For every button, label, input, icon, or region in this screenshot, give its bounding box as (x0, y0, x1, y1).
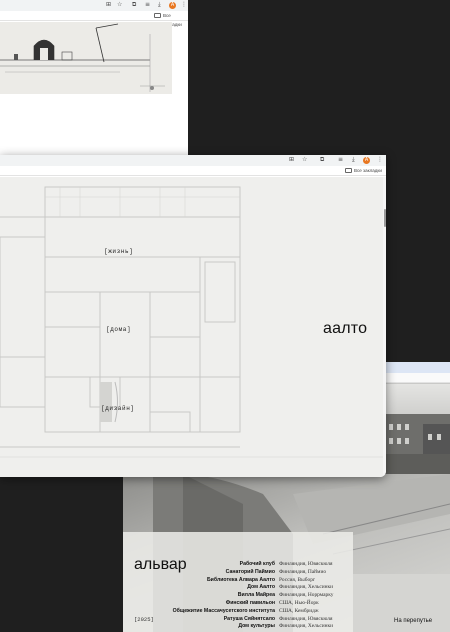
year-label: [2025] (134, 616, 154, 623)
work-name: Финский павильон (225, 599, 275, 606)
works-list: Рабочий клуб Финляндия, Ювяскюля Санатори… (129, 561, 343, 631)
nav-link-design[interactable]: [дизайн] (101, 405, 135, 412)
media-icon[interactable]: ≡ (338, 156, 343, 164)
work-row[interactable]: Общежитие Массачусетского института США, … (129, 608, 343, 616)
work-name: Библиотека Алвара Аалто (206, 576, 275, 583)
page-content: [жизнь] [дома] [дизайн] аалто (0, 177, 383, 477)
translate-icon[interactable]: ⊞ (106, 1, 111, 9)
download-icon[interactable]: ⤓ (158, 1, 161, 9)
work-row[interactable]: Дом культуры Финляндия, Хельсинки (129, 623, 343, 631)
bookmarks-bar: Все закладки (0, 11, 188, 27)
brand-title-aalto: аалто (323, 320, 368, 337)
work-name: Дом культуры (238, 623, 275, 630)
work-place: Финляндия, Паймио (279, 568, 327, 575)
work-place: Россия, Выборг (279, 576, 316, 583)
extensions-icon[interactable]: ⧉ (132, 1, 136, 9)
profile-avatar[interactable]: A (363, 156, 370, 164)
work-place: Финляндия, Хельсинки (279, 584, 333, 591)
bookmarks-bar: Все закладки (0, 166, 386, 176)
translate-icon[interactable]: ⊞ (289, 156, 294, 164)
menu-icon[interactable]: ⋮ (377, 156, 383, 164)
menu-icon[interactable]: ⋮ (181, 1, 187, 9)
crossroad-text: На перепутье (394, 618, 433, 624)
work-place: Финляндия, Норрмарку (279, 592, 334, 599)
work-row[interactable]: Финский павильон США, Нью-Йорк (129, 600, 343, 608)
work-name: Вилла Майреа (237, 592, 275, 599)
work-name: Санаторий Паймио (225, 568, 275, 575)
browser-window-back: ⊞ ☆ ⧉ ≡ ⤓ A ⋮ Все закладки (0, 0, 188, 156)
browser-toolbar: ⊞ ☆ ⧉ ≡ ⤓ A ⋮ (0, 0, 188, 11)
work-row[interactable]: Библиотека Алвара Аалто Россия, Выборг (129, 577, 343, 585)
extensions-icon[interactable]: ⧉ (320, 156, 324, 164)
work-row[interactable]: Санаторий Паймио Финляндия, Паймио (129, 569, 343, 577)
scrollbar-thumb[interactable] (383, 209, 386, 227)
work-name: Общежитие Массачусетского института (172, 607, 275, 614)
folder-icon (345, 168, 352, 173)
nav-link-life[interactable]: [жизнь] (104, 248, 133, 255)
star-icon[interactable]: ☆ (302, 156, 307, 164)
work-place: Финляндия, Ювяскюля (279, 615, 333, 622)
profile-avatar[interactable]: A (169, 1, 176, 9)
work-row[interactable]: Дом Аалто Финляндия, Хельсинки (129, 584, 343, 592)
work-name: Рабочий клуб (239, 561, 275, 567)
work-place: Финляндия, Ювяскюля (279, 561, 333, 567)
work-place: США, Нью-Йорк (279, 599, 319, 606)
drawing-sketch (0, 22, 172, 94)
work-row[interactable]: Ратуша Сяйнятсало Финляндия, Ювяскюля (129, 616, 343, 624)
nav-link-houses[interactable]: [дома] (106, 326, 131, 333)
media-icon[interactable]: ≡ (145, 1, 150, 9)
folder-icon (154, 13, 161, 18)
star-icon[interactable]: ☆ (117, 1, 122, 9)
work-place: Финляндия, Хельсинки (279, 623, 333, 630)
work-row[interactable]: Рабочий клуб Финляндия, Ювяскюля (129, 561, 343, 569)
architectural-drawing (0, 22, 172, 94)
browser-window-front: ⊞ ☆ ⧉ ≡ ⤓ A ⋮ Все закладки [жизнь] [дома… (0, 155, 386, 477)
browser-toolbar: ⊞ ☆ ⧉ ≡ ⤓ A ⋮ (0, 155, 386, 166)
scrollbar[interactable] (383, 177, 386, 477)
work-row[interactable]: Вилла Майреа Финляндия, Норрмарку (129, 592, 343, 600)
work-place: США, Кембридж (279, 607, 319, 614)
all-bookmarks-link[interactable]: Все закладки (354, 166, 382, 175)
download-icon[interactable]: ⤓ (352, 156, 355, 164)
